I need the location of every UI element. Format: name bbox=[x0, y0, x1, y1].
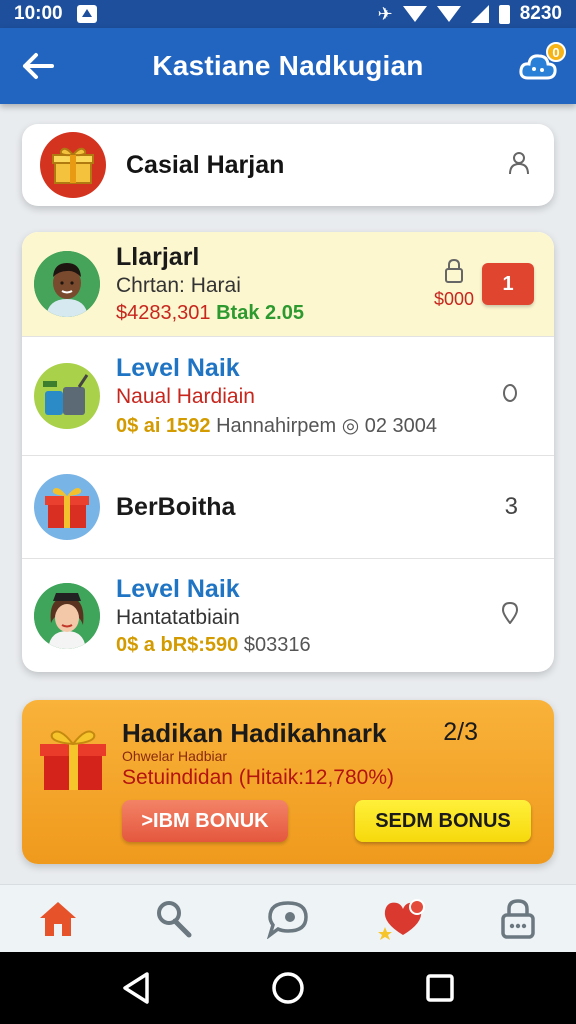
status-time-left: 10:00 bbox=[14, 3, 63, 24]
home-circle-icon bbox=[272, 972, 304, 1004]
wifi-icon-2 bbox=[436, 6, 461, 22]
app-notification-icon bbox=[76, 5, 97, 23]
system-recents-button[interactable] bbox=[408, 956, 472, 1020]
send-bonus-button[interactable]: SEDM BONUS bbox=[355, 800, 531, 842]
notification-badge: 0 bbox=[546, 42, 566, 62]
bonus-card: Hadikan Hadikahnark 2/3 Ohwelar Hadbiar … bbox=[22, 700, 554, 864]
gift-box-avatar bbox=[40, 132, 106, 198]
item-count: 3 bbox=[504, 493, 518, 520]
notifications-button[interactable]: 0 bbox=[500, 28, 576, 104]
top-card[interactable]: Casial Harjan bbox=[22, 124, 554, 206]
top-card-title: Casial Harjan bbox=[126, 150, 285, 179]
claim-bonus-button[interactable]: >IBM BONUK bbox=[122, 800, 288, 842]
level-avatar bbox=[34, 363, 100, 429]
system-back-button[interactable] bbox=[104, 956, 168, 1020]
item-subtitle: Chrtan: Harai bbox=[116, 274, 241, 297]
back-arrow-icon bbox=[23, 53, 54, 79]
bottom-nav bbox=[0, 884, 576, 952]
user-avatar bbox=[34, 251, 100, 317]
user-avatar bbox=[34, 582, 100, 649]
lock-icon bbox=[444, 258, 463, 283]
item-title: Level Naik bbox=[116, 354, 240, 382]
location-pin-icon bbox=[502, 383, 518, 409]
nav-home[interactable] bbox=[20, 889, 96, 949]
gift-icon bbox=[45, 488, 89, 528]
status-bar: 10:00 ✈ 8230 bbox=[0, 0, 576, 28]
nav-chat[interactable] bbox=[250, 889, 326, 949]
signal-icon bbox=[470, 5, 489, 23]
location-pin-icon bbox=[501, 601, 519, 629]
man-avatar-icon bbox=[34, 251, 100, 317]
item-value: 02 3004 bbox=[364, 415, 438, 437]
list-item[interactable]: Llarjarl Chrtan: Harai $4283,301 Btak 2.… bbox=[22, 232, 554, 337]
item-title: BerBoitha bbox=[116, 492, 236, 521]
bonus-title: Hadikan Hadikahnark bbox=[122, 718, 387, 748]
item-subtitle: Hantatatbiain bbox=[116, 605, 240, 629]
nav-lock[interactable] bbox=[480, 889, 556, 949]
item-balance: $4283,301 bbox=[116, 302, 211, 324]
system-nav-bar bbox=[0, 952, 576, 1024]
list-item[interactable]: BerBoitha 3 bbox=[22, 456, 554, 559]
nfc-icon: ✈ bbox=[377, 3, 393, 24]
item-coins: 0$ a bR$:590 bbox=[116, 633, 239, 656]
item-amount: $000 bbox=[433, 288, 474, 309]
system-home-button[interactable] bbox=[256, 956, 320, 1020]
gift-avatar bbox=[34, 474, 100, 540]
home-icon bbox=[39, 901, 76, 936]
favorites-icon bbox=[378, 898, 426, 940]
search-pin-icon bbox=[156, 900, 192, 937]
item-title: Llarjarl bbox=[116, 243, 200, 271]
chat-icon bbox=[266, 900, 308, 939]
item-subtitle: Naual Hardiain bbox=[116, 385, 255, 408]
item-coins: 0$ ai 1592 bbox=[116, 415, 211, 437]
woman-avatar-icon bbox=[34, 582, 100, 649]
bonus-subtitle: Ohwelar Hadbiar bbox=[122, 748, 228, 764]
bonus-detail: Setuindidan (Hitaik:12,780%) bbox=[122, 766, 394, 789]
bonus-progress: 2/3 bbox=[443, 718, 478, 746]
nav-search[interactable] bbox=[135, 889, 211, 949]
back-triangle-icon bbox=[123, 972, 149, 1004]
item-value: $03316 bbox=[243, 633, 311, 656]
wifi-icon bbox=[402, 6, 427, 22]
count-badge-button[interactable]: 1 bbox=[482, 263, 534, 305]
recents-square-icon bbox=[426, 974, 454, 1002]
nav-favorites[interactable] bbox=[365, 889, 441, 949]
item-note: Hannahirpem bbox=[216, 415, 337, 437]
person-icon bbox=[508, 151, 530, 180]
gift-box-icon bbox=[36, 724, 112, 799]
list-item[interactable]: Level Naik Hantatatbiain 0$ a bR$:590 $0… bbox=[22, 559, 554, 672]
gift-box-icon bbox=[52, 147, 94, 184]
page-title: Kastiane Nadkugian bbox=[152, 50, 424, 81]
status-time-right: 8230 bbox=[519, 3, 562, 24]
item-stat: Btak 2.05 bbox=[216, 302, 304, 324]
back-button[interactable] bbox=[0, 28, 76, 104]
battery-icon bbox=[498, 4, 510, 24]
item-title: Level Naik bbox=[116, 574, 240, 603]
app-bar: Kastiane Nadkugian 0 bbox=[0, 28, 576, 104]
list-item[interactable]: Level Naik Naual Hardiain 0$ ai 1592 Han… bbox=[22, 337, 554, 456]
barrels-icon bbox=[43, 374, 89, 415]
list-card: Llarjarl Chrtan: Harai $4283,301 Btak 2.… bbox=[22, 232, 554, 672]
coin-icon: ◎ bbox=[341, 415, 360, 437]
lock-icon bbox=[501, 898, 536, 939]
